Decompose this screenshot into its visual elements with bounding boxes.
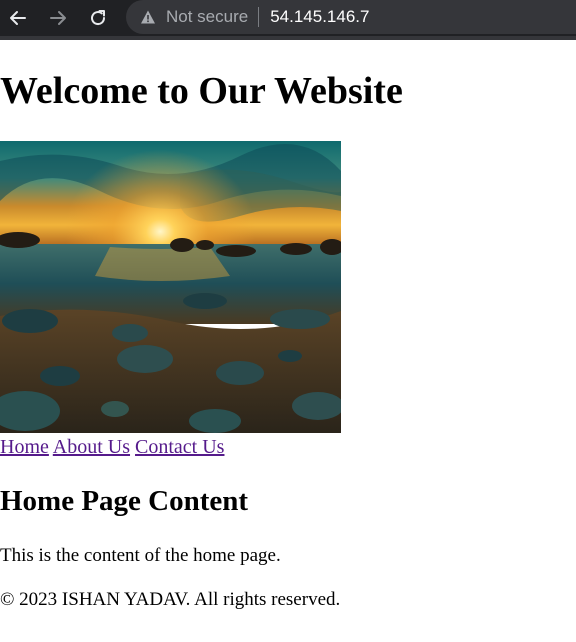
warning-triangle-icon[interactable] (140, 9, 156, 25)
forward-arrow-icon (50, 11, 66, 25)
reload-button[interactable] (84, 4, 112, 32)
security-status-label[interactable]: Not secure (166, 7, 248, 27)
address-bar[interactable]: Not secure 54.145.146.7 (126, 0, 576, 34)
footer-copyright: © 2023 ISHAN YADAV. All rights reserved. (0, 589, 341, 610)
body-text: This is the content of the home page. (0, 545, 281, 566)
nav-link-home[interactable]: Home (0, 436, 49, 458)
nav-links: Home About Us Contact Us (0, 436, 224, 459)
address-separator (258, 7, 260, 27)
back-arrow-icon (10, 11, 26, 25)
section-title: Home Page Content (0, 485, 249, 517)
back-button[interactable] (4, 4, 32, 32)
nav-link-about[interactable]: About Us (53, 436, 130, 458)
page-title: Welcome to Our Website (0, 70, 403, 112)
sunset-beach-image (0, 141, 341, 433)
reload-icon (91, 10, 106, 26)
nav-link-contact[interactable]: Contact Us (135, 436, 224, 458)
url-text[interactable]: 54.145.146.7 (270, 7, 369, 27)
forward-button[interactable] (44, 4, 72, 32)
browser-toolbar: Not secure 54.145.146.7 (0, 0, 576, 40)
